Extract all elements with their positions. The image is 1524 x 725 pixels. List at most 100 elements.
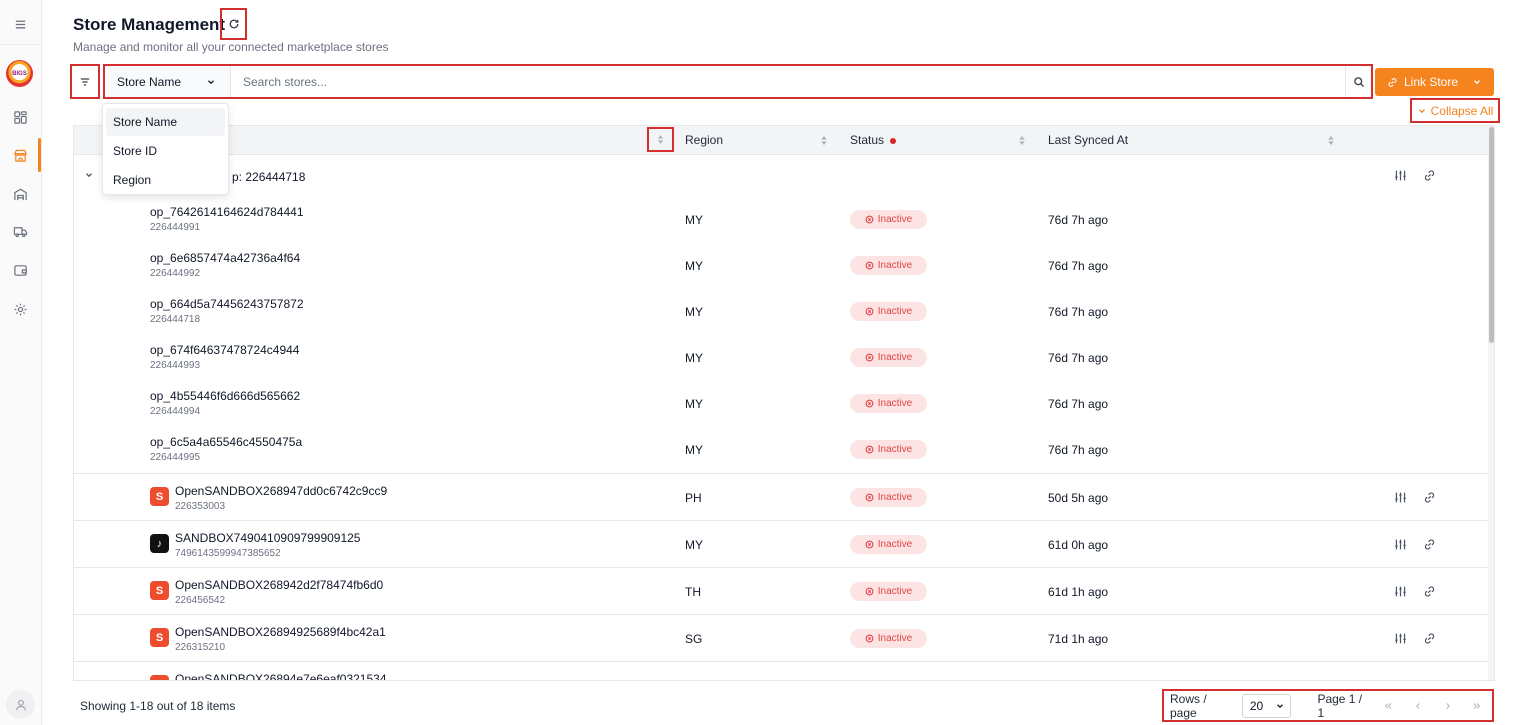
rows-per-page-select[interactable]: 20 bbox=[1241, 693, 1292, 718]
dropdown-option-store-name[interactable]: Store Name bbox=[106, 108, 225, 136]
store-region: MY bbox=[685, 397, 703, 411]
sliders-icon[interactable] bbox=[1394, 538, 1407, 551]
table-row[interactable]: op_674f64637478724c4944 226444993 MY Ina… bbox=[74, 334, 1488, 380]
filter-button[interactable] bbox=[70, 64, 100, 99]
search-button[interactable] bbox=[1345, 66, 1371, 97]
dropdown-option-store-id[interactable]: Store ID bbox=[106, 137, 225, 165]
x-circle-icon bbox=[865, 353, 874, 362]
group-label: p: 226444718 bbox=[232, 170, 306, 184]
link-icon[interactable] bbox=[1423, 538, 1436, 551]
search-field-select[interactable]: Store Name bbox=[105, 66, 231, 97]
first-page-button[interactable] bbox=[1373, 694, 1403, 718]
table-row[interactable]: S OpenSANDBOX268942d2f78474fb6d0 2264565… bbox=[74, 568, 1488, 615]
table-row[interactable]: S OpenSANDBOX26894925689f4bc42a1 2263152… bbox=[74, 615, 1488, 662]
last-synced: 76d 7h ago bbox=[1048, 259, 1109, 273]
link-icon[interactable] bbox=[1423, 169, 1436, 182]
column-header-status[interactable]: Status bbox=[850, 133, 897, 147]
x-circle-icon bbox=[865, 399, 874, 408]
status-label: Inactive bbox=[877, 398, 913, 409]
search-field-selected: Store Name bbox=[117, 74, 182, 89]
sort-icon[interactable] bbox=[820, 135, 828, 146]
table-row[interactable]: S OpenSANDBOX26894e7e6eaf0321534 bbox=[74, 662, 1488, 681]
user-avatar[interactable] bbox=[6, 690, 35, 719]
shopee-icon: S bbox=[150, 487, 169, 506]
status-label: Inactive bbox=[877, 492, 913, 503]
table-scrollbar[interactable] bbox=[1488, 126, 1494, 680]
menu-icon[interactable] bbox=[0, 8, 40, 40]
x-circle-icon bbox=[865, 587, 874, 596]
table-row[interactable]: ♪ SANDBOX7490410909799909125 74961435999… bbox=[74, 521, 1488, 568]
shopee-icon: S bbox=[150, 628, 169, 647]
search-icon bbox=[1353, 76, 1364, 87]
last-page-button[interactable] bbox=[1462, 694, 1492, 718]
x-circle-icon bbox=[865, 307, 874, 316]
x-circle-icon bbox=[865, 634, 874, 643]
link-store-label: Link Store bbox=[1403, 75, 1459, 89]
pagination: Rows / page 20 Page 1 / 1 bbox=[1162, 689, 1494, 722]
next-page-button[interactable] bbox=[1433, 694, 1463, 718]
store-region: MY bbox=[685, 305, 703, 319]
store-name: op_664d5a74456243757872 bbox=[150, 297, 304, 311]
status-badge: Inactive bbox=[850, 440, 927, 459]
status-badge: Inactive bbox=[850, 582, 927, 601]
user-icon bbox=[15, 699, 26, 710]
collapse-all-button[interactable]: Collapse All bbox=[1410, 98, 1500, 123]
sort-icon[interactable] bbox=[1327, 135, 1335, 146]
store-region: MY bbox=[685, 538, 703, 552]
table-row[interactable]: op_6c5a4a65546c4550475a 226444995 MY Ina… bbox=[74, 426, 1488, 474]
status-badge: Inactive bbox=[850, 348, 927, 367]
table-row[interactable]: op_7642614164624d784441 226444991 MY Ina… bbox=[74, 196, 1488, 242]
sort-store-name-button[interactable] bbox=[647, 127, 674, 152]
chevron-down-icon[interactable] bbox=[84, 170, 94, 180]
chevron-down-icon bbox=[1474, 80, 1480, 85]
prev-page-button[interactable] bbox=[1403, 694, 1433, 718]
link-icon[interactable] bbox=[1423, 632, 1436, 645]
search-input[interactable] bbox=[231, 66, 1345, 97]
store-group-row: p: 226444718 bbox=[74, 156, 1488, 196]
sliders-icon[interactable] bbox=[1394, 585, 1407, 598]
sliders-icon[interactable] bbox=[1394, 632, 1407, 645]
store-name: OpenSANDBOX26894e7e6eaf0321534 bbox=[175, 672, 387, 681]
status-label: Inactive bbox=[877, 539, 913, 550]
link-icon bbox=[1388, 77, 1397, 87]
warehouse-icon[interactable] bbox=[0, 178, 40, 210]
store-id: 226444991 bbox=[150, 222, 201, 233]
table-row[interactable]: op_664d5a74456243757872 226444718 MY Ina… bbox=[74, 288, 1488, 334]
column-header-region[interactable]: Region bbox=[685, 133, 723, 147]
link-store-button[interactable]: Link Store bbox=[1375, 68, 1494, 96]
search-bar: Store Name bbox=[103, 64, 1373, 99]
rows-per-page-value: 20 bbox=[1249, 698, 1264, 713]
refresh-button[interactable] bbox=[220, 8, 247, 40]
x-circle-icon bbox=[865, 493, 874, 502]
chevrons-left-icon bbox=[1385, 702, 1392, 709]
x-circle-icon bbox=[865, 215, 874, 224]
column-header-status-label: Status bbox=[850, 133, 885, 147]
truck-icon[interactable] bbox=[0, 215, 40, 247]
stores-table: Region Status Last Synced At p: 22644471… bbox=[73, 125, 1495, 681]
status-badge: Inactive bbox=[850, 488, 927, 507]
sliders-icon[interactable] bbox=[1394, 169, 1407, 182]
column-header-last-synced[interactable]: Last Synced At bbox=[1048, 133, 1128, 147]
store-name: OpenSANDBOX26894925689f4bc42a1 bbox=[175, 625, 386, 639]
sort-icon[interactable] bbox=[1018, 135, 1026, 146]
store-id: 226444992 bbox=[150, 268, 201, 279]
dashboard-icon[interactable] bbox=[0, 101, 40, 133]
table-row[interactable]: S OpenSANDBOX268947dd0c6742c9cc9 2263530… bbox=[74, 474, 1488, 521]
table-header: Region Status Last Synced At bbox=[74, 126, 1488, 155]
store-region: MY bbox=[685, 443, 703, 457]
shopee-icon: S bbox=[150, 581, 169, 600]
store-name: SANDBOX7490410909799909125 bbox=[175, 531, 361, 545]
store-icon[interactable] bbox=[0, 139, 40, 171]
store-id: 226456542 bbox=[175, 595, 226, 606]
scrollbar-thumb[interactable] bbox=[1489, 127, 1494, 343]
last-synced: 50d 5h ago bbox=[1048, 491, 1109, 505]
wallet-icon[interactable] bbox=[0, 254, 40, 286]
table-row[interactable]: op_4b55446f6d666d565662 226444994 MY Ina… bbox=[74, 380, 1488, 426]
link-icon[interactable] bbox=[1423, 585, 1436, 598]
link-icon[interactable] bbox=[1423, 491, 1436, 504]
sliders-icon[interactable] bbox=[1394, 491, 1407, 504]
dropdown-option-region[interactable]: Region bbox=[106, 166, 225, 194]
status-label: Inactive bbox=[877, 633, 913, 644]
settings-icon[interactable] bbox=[0, 293, 40, 325]
table-row[interactable]: op_6e6857474a42736a4f64 226444992 MY Ina… bbox=[74, 242, 1488, 288]
